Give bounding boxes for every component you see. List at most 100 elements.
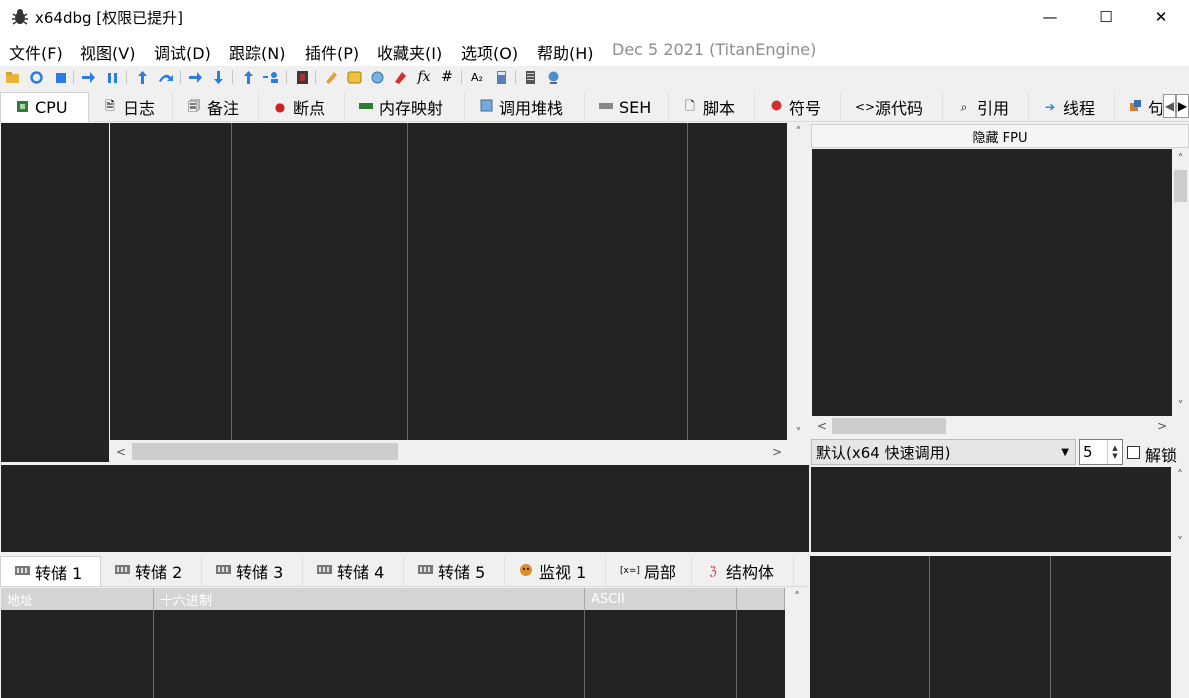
stack-vscrollbar[interactable] — [1171, 556, 1189, 698]
calling-convention-select[interactable]: 默认(x64 快速调用) ▼ — [811, 439, 1076, 465]
tab-locals[interactable]: [x=] 局部 — [606, 556, 692, 586]
scroll-up-icon[interactable]: ˄ — [1171, 467, 1189, 483]
tab-seh[interactable]: SEH — [585, 92, 669, 122]
tab-call-stack[interactable]: 调用堆栈 — [465, 92, 585, 122]
step-over-icon[interactable] — [157, 68, 173, 86]
vscroll-thumb[interactable] — [1174, 170, 1187, 202]
open-icon[interactable] — [4, 68, 20, 86]
cpu-sidebar — [1, 123, 109, 462]
dump-icon — [418, 564, 433, 578]
tab-cpu[interactable]: CPU — [0, 92, 89, 122]
threads-icon: ➔ — [1044, 100, 1056, 114]
tab-symbols[interactable]: 符号 — [755, 92, 841, 122]
dump-icon — [317, 564, 332, 578]
menu-view[interactable]: 视图(V) — [80, 40, 135, 64]
scroll-up-icon[interactable]: ˄ — [786, 589, 808, 605]
execute-till-return-icon[interactable] — [210, 68, 226, 86]
scroll-down-icon[interactable]: ˅ — [1172, 397, 1189, 414]
tab-dump-2[interactable]: 转储 2 — [101, 556, 202, 586]
call-stack-icon — [479, 99, 493, 115]
menu-debug[interactable]: 调试(D) — [154, 40, 211, 64]
labels-icon[interactable] — [369, 68, 385, 86]
comments-icon[interactable] — [346, 68, 362, 86]
info-view — [1, 465, 809, 552]
scroll-left-icon[interactable]: < — [814, 418, 830, 434]
tab-dump-1[interactable]: 转储 1 — [0, 556, 101, 586]
unlock-checkbox[interactable] — [1127, 446, 1140, 459]
dump-icon — [216, 564, 231, 578]
column-hex[interactable]: 十六进制 — [154, 588, 585, 610]
column-extra[interactable] — [737, 588, 785, 610]
plugin-globe-icon[interactable] — [545, 68, 561, 86]
cpu-icon — [15, 100, 29, 116]
dump-view[interactable] — [1, 610, 785, 698]
tab-dump-4[interactable]: 转储 4 — [303, 556, 404, 586]
chevron-down-icon: ▼ — [1061, 446, 1069, 458]
tab-script[interactable]: 🗋 脚本 — [669, 92, 755, 122]
disassembly-vscrollbar[interactable] — [788, 123, 809, 440]
log-icon: 🗎 — [105, 98, 115, 113]
arguments-view[interactable] — [811, 467, 1171, 552]
menu-favourites[interactable]: 收藏夹(I) — [377, 40, 442, 64]
bookmarks-icon[interactable] — [392, 68, 408, 86]
scroll-down-icon[interactable]: ˅ — [788, 424, 809, 441]
run-icon[interactable] — [80, 68, 96, 86]
scroll-right-icon[interactable]: > — [1154, 418, 1170, 434]
scroll-up-icon[interactable]: ˄ — [788, 123, 809, 140]
menu-options[interactable]: 选项(O) — [461, 40, 518, 64]
close-button[interactable]: ✕ — [1133, 0, 1189, 34]
handles-icon — [1129, 99, 1142, 115]
step-into-icon[interactable] — [134, 68, 150, 86]
hash-icon[interactable]: # — [439, 68, 455, 86]
column-ascii[interactable]: ASCII — [585, 588, 737, 610]
tab-watch-1[interactable]: 监视 1 — [505, 556, 606, 586]
tab-log[interactable]: 🗎 日志 — [89, 92, 173, 122]
disassembly-view[interactable] — [110, 123, 787, 440]
toolbar — [0, 66, 1189, 90]
tab-scroll-right-button[interactable]: ▶ — [1176, 94, 1189, 118]
patch-icon[interactable] — [323, 68, 339, 86]
hscroll-thumb[interactable] — [832, 418, 946, 434]
tab-scroll-left-button[interactable]: ◀ — [1163, 94, 1176, 118]
hide-fpu-button[interactable]: 隐藏 FPU — [811, 124, 1189, 148]
maximize-button[interactable]: ☐ — [1078, 0, 1134, 34]
tab-dump-5[interactable]: 转储 5 — [404, 556, 505, 586]
restart-icon[interactable] — [28, 68, 44, 86]
stop-icon[interactable] — [52, 68, 68, 86]
scroll-right-icon[interactable]: > — [768, 443, 786, 460]
calculator-icon[interactable] — [493, 68, 509, 86]
tab-breakpoints[interactable]: ● 断点 — [259, 92, 345, 122]
minimize-button[interactable]: — — [1022, 0, 1078, 34]
tab-memory-map[interactable]: 内存映射 — [345, 92, 465, 122]
menu-help[interactable]: 帮助(H) — [537, 40, 594, 64]
tab-handles[interactable]: 句 — [1115, 92, 1163, 122]
column-address[interactable]: 地址 — [1, 588, 154, 610]
menu-plugins[interactable]: 插件(P) — [305, 40, 359, 64]
functions-icon[interactable]: fx — [416, 68, 432, 86]
memory-icon[interactable] — [522, 68, 538, 86]
tab-struct[interactable]: ℨ 结构体 — [692, 556, 794, 586]
seh-icon — [599, 100, 613, 114]
tab-references[interactable]: ⌕ 引用 — [943, 92, 1029, 122]
pause-icon[interactable] — [104, 68, 120, 86]
tab-threads[interactable]: ➔ 线程 — [1029, 92, 1115, 122]
registers-view[interactable] — [812, 149, 1172, 416]
tab-notes[interactable]: 🗐 备注 — [173, 92, 259, 122]
scylla-icon[interactable] — [294, 68, 310, 86]
scroll-down-icon[interactable]: ˅ — [1171, 534, 1189, 550]
run-to-user-icon[interactable] — [187, 68, 203, 86]
tab-source[interactable]: <> 源代码 — [841, 92, 943, 122]
hscroll-thumb[interactable] — [132, 443, 398, 460]
menu-trace[interactable]: 跟踪(N) — [229, 40, 285, 64]
arg-count-spinner[interactable]: 5 ▲ ▼ — [1079, 439, 1123, 465]
menu-file[interactable]: 文件(F) — [9, 40, 63, 64]
scroll-up-icon[interactable]: ˄ — [1172, 150, 1189, 167]
tab-dump-3[interactable]: 转储 3 — [202, 556, 303, 586]
stack-view[interactable] — [810, 556, 1171, 698]
script-icon: 🗋 — [685, 98, 695, 113]
strings-icon[interactable]: A₂ — [469, 68, 485, 86]
scroll-left-icon[interactable]: < — [112, 443, 130, 460]
attach-icon[interactable] — [262, 68, 278, 86]
spinner-arrows-icon[interactable]: ▲ ▼ — [1107, 440, 1122, 464]
step-out-icon[interactable] — [240, 68, 256, 86]
